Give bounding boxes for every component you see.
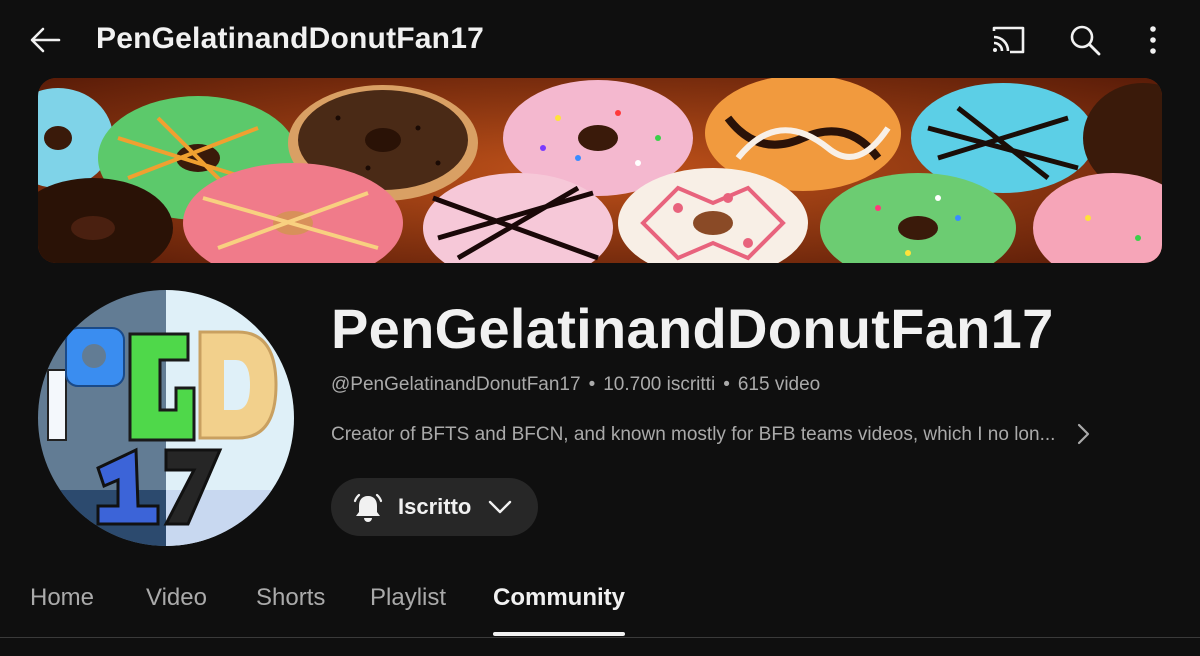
- meta-separator: •: [588, 374, 596, 395]
- back-arrow-icon: [30, 27, 61, 53]
- channel-page: PenGelatinandDonutFan17 PenGelatinandDon…: [0, 0, 1200, 656]
- active-tab-indicator: [493, 632, 625, 636]
- top-app-bar: PenGelatinandDonutFan17: [0, 0, 1200, 78]
- subscribed-button[interactable]: Iscritto: [331, 478, 538, 536]
- tab-home[interactable]: Home: [30, 584, 94, 612]
- cast-button[interactable]: [985, 18, 1031, 62]
- chevron-right-icon: [1077, 423, 1090, 445]
- chevron-down-icon: [488, 500, 512, 514]
- channel-description-row[interactable]: Creator of BFTS and BFCN, and known most…: [331, 420, 1101, 450]
- tab-shorts[interactable]: Shorts: [256, 584, 325, 612]
- search-icon: [1070, 25, 1101, 56]
- channel-avatar[interactable]: [38, 290, 294, 546]
- channel-description: Creator of BFTS and BFCN, and known most…: [331, 424, 1056, 445]
- meta-separator: •: [723, 374, 730, 395]
- channel-banner: [38, 78, 1162, 263]
- more-options-button[interactable]: [1130, 18, 1176, 62]
- more-vert-icon: [1150, 26, 1156, 54]
- channel-handle: @PenGelatinandDonutFan17: [331, 374, 581, 395]
- pgd17-logo-image: [38, 290, 294, 546]
- channel-tabs: Home Video Shorts Playlist Community: [0, 570, 1200, 638]
- cast-icon: [992, 26, 1025, 54]
- subscriber-count: 10.700 iscritti: [603, 374, 716, 395]
- donuts-banner-image: [38, 78, 1162, 263]
- video-count: 615 video: [737, 374, 821, 395]
- tab-video[interactable]: Video: [146, 584, 207, 612]
- page-title: PenGelatinandDonutFan17: [96, 22, 484, 55]
- back-button[interactable]: [22, 18, 68, 62]
- bell-icon: [353, 493, 383, 522]
- tab-playlist[interactable]: Playlist: [370, 584, 446, 612]
- search-button[interactable]: [1062, 18, 1108, 62]
- tab-community[interactable]: Community: [493, 584, 625, 612]
- channel-meta: @PenGelatinandDonutFan17 • 10.700 iscritti…: [331, 374, 820, 396]
- tabs-divider: [0, 637, 1200, 638]
- subscribed-label: Iscritto: [398, 494, 472, 519]
- channel-name: PenGelatinandDonutFan17: [331, 297, 1054, 360]
